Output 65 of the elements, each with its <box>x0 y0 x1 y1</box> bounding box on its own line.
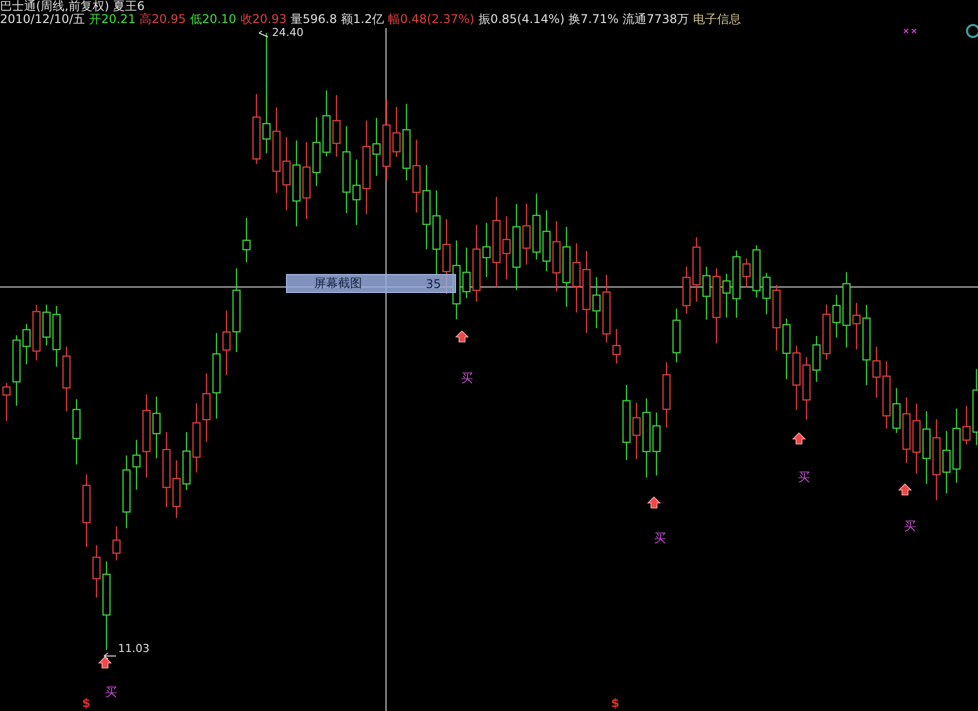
candlestick <box>62 346 71 412</box>
quote-value: 幅0.48(2.37%) <box>388 12 474 25</box>
up-arrow-icon <box>647 496 661 508</box>
leader-arrow-icon <box>258 30 268 38</box>
quote-value: 高20.95 <box>140 12 186 25</box>
tooltip-label: 屏幕截图 <box>314 275 362 292</box>
buy-signal: 买 <box>904 519 916 533</box>
candlestick <box>202 373 211 442</box>
candlestick <box>32 304 41 360</box>
cross-mark-icon <box>903 28 917 34</box>
price-label: 24.40 <box>272 26 304 40</box>
quote-value: 流通7738万 <box>622 12 690 25</box>
candlestick <box>172 460 181 518</box>
candlestick <box>182 432 191 490</box>
candlestick <box>552 221 561 292</box>
candlestick <box>532 194 541 260</box>
dollar-marker: $ <box>82 696 90 710</box>
candlestick <box>332 95 341 157</box>
buy-signal: 买 <box>654 531 666 545</box>
candlestick <box>242 218 251 262</box>
quote-value: 量596.8 <box>290 12 338 25</box>
candlestick <box>912 404 921 474</box>
candlestick <box>72 399 81 464</box>
quote-value: 2010/12/10/五 <box>0 12 86 25</box>
candlestick <box>682 266 691 314</box>
buy-signal: 买 <box>105 685 117 699</box>
leader-arrow-icon <box>104 652 116 660</box>
candlestick <box>322 90 331 156</box>
candlestick <box>692 237 701 302</box>
candlestick <box>822 304 831 360</box>
candlestick <box>802 357 811 420</box>
quote-value: 电子信息 <box>693 12 742 25</box>
candlestick <box>672 308 681 362</box>
buy-signal: 买 <box>798 470 810 484</box>
quote-value: 开20.21 <box>89 12 136 25</box>
candlestick <box>792 346 801 410</box>
price-label: 11.03 <box>118 642 150 656</box>
candlestick <box>222 310 231 376</box>
quote-value: 振0.85(4.14%) <box>478 12 565 25</box>
candlestick <box>192 403 201 472</box>
quote-value: 低20.10 <box>190 12 236 25</box>
quote-value: 额1.2亿 <box>341 12 384 25</box>
up-arrow-icon <box>792 432 806 444</box>
candlestick <box>542 210 551 272</box>
candlestick <box>572 243 581 312</box>
candlestick <box>152 396 161 458</box>
candlestick <box>312 117 321 186</box>
up-arrow-icon <box>898 483 912 496</box>
candlestick <box>702 266 711 320</box>
dollar-marker: $ <box>611 696 620 710</box>
candlestick <box>652 412 661 476</box>
candlestick <box>662 362 671 428</box>
quote-value: 收20.93 <box>240 12 287 25</box>
candlestick <box>942 431 951 494</box>
up-arrow-icon <box>455 330 469 342</box>
candlestick <box>782 318 791 380</box>
candlestick <box>812 336 821 382</box>
tooltip-value: 35 <box>426 276 441 290</box>
quote-value: 换7.71% <box>568 12 619 25</box>
candlestick <box>352 159 361 226</box>
candlestick <box>522 204 531 265</box>
up-arrow-icon <box>98 656 112 668</box>
chart-title: 巴士通(周线,前复权) 夏王6 <box>0 0 145 12</box>
buy-signal: 买 <box>461 371 473 385</box>
candlestick <box>632 402 641 460</box>
